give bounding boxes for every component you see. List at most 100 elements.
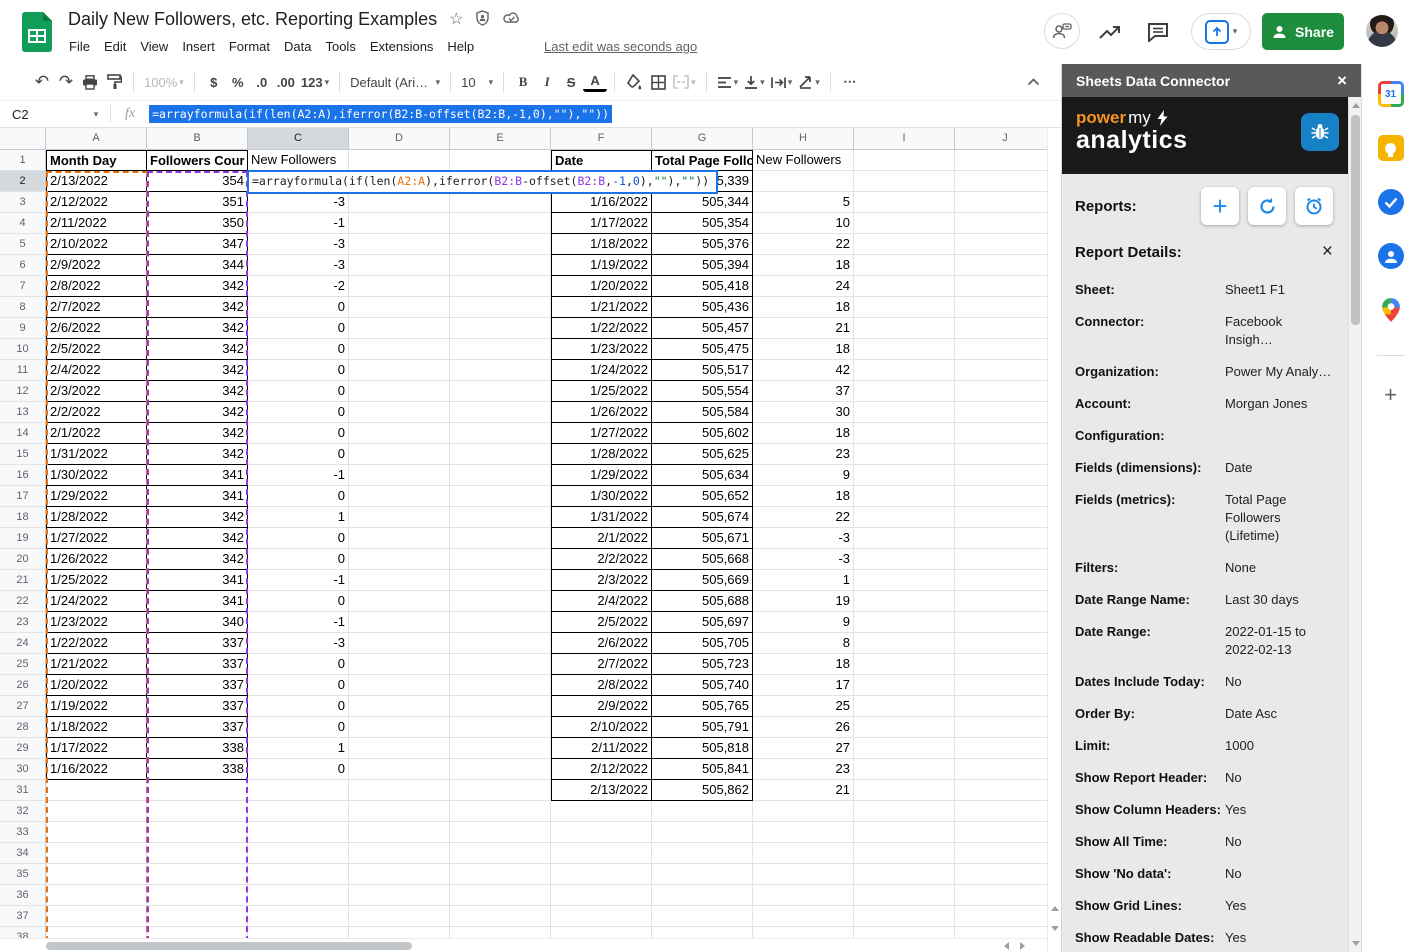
cell-F34[interactable] (551, 843, 652, 864)
cell-E10[interactable] (450, 339, 551, 360)
row-header-4[interactable]: 4 (0, 213, 46, 234)
row-header-7[interactable]: 7 (0, 276, 46, 297)
cell-C35[interactable] (248, 864, 349, 885)
cell-C1[interactable]: New Followers (248, 150, 349, 171)
cell-B23[interactable]: 340 (147, 612, 248, 633)
cell-A35[interactable] (46, 864, 147, 885)
cell-H26[interactable]: 17 (753, 675, 854, 696)
cell-D26[interactable] (349, 675, 450, 696)
cell-A29[interactable]: 1/17/2022 (46, 738, 147, 759)
cell-C31[interactable] (248, 780, 349, 801)
maps-icon[interactable] (1378, 297, 1404, 323)
cell-B35[interactable] (147, 864, 248, 885)
cell-C33[interactable] (248, 822, 349, 843)
cell-D1[interactable] (349, 150, 450, 171)
column-header-G[interactable]: G (652, 128, 753, 150)
cell-H31[interactable]: 21 (753, 780, 854, 801)
cell-E26[interactable] (450, 675, 551, 696)
cell-B10[interactable]: 342 (147, 339, 248, 360)
cell-D10[interactable] (349, 339, 450, 360)
italic-button[interactable]: I (535, 72, 559, 92)
cell-D18[interactable] (349, 507, 450, 528)
cell-G11[interactable]: 505,517 (652, 360, 753, 381)
column-header-F[interactable]: F (551, 128, 652, 150)
cell-C30[interactable]: 0 (248, 759, 349, 780)
cell-H13[interactable]: 30 (753, 402, 854, 423)
cell-A34[interactable] (46, 843, 147, 864)
decrease-decimal-button[interactable]: .0 (250, 73, 274, 92)
cell-J5[interactable] (955, 234, 1047, 255)
vertical-align-icon[interactable]: ▾ (741, 73, 768, 91)
cell-F31[interactable]: 2/13/2022 (551, 780, 652, 801)
cell-J8[interactable] (955, 297, 1047, 318)
strikethrough-button[interactable]: S (559, 73, 583, 92)
cell-B27[interactable]: 337 (147, 696, 248, 717)
cell-G16[interactable]: 505,634 (652, 465, 753, 486)
menu-extensions[interactable]: Extensions (363, 36, 441, 57)
cell-A8[interactable]: 2/7/2022 (46, 297, 147, 318)
grid-horizontal-scrollbar[interactable] (0, 938, 1047, 952)
cell-H6[interactable]: 18 (753, 255, 854, 276)
row-header-13[interactable]: 13 (0, 402, 46, 423)
cell-J24[interactable] (955, 633, 1047, 654)
cell-E8[interactable] (450, 297, 551, 318)
cell-G30[interactable]: 505,841 (652, 759, 753, 780)
cell-H9[interactable]: 21 (753, 318, 854, 339)
cell-G28[interactable]: 505,791 (652, 717, 753, 738)
cell-B29[interactable]: 338 (147, 738, 248, 759)
cell-I14[interactable] (854, 423, 955, 444)
cell-C19[interactable]: 0 (248, 528, 349, 549)
cell-C24[interactable]: -3 (248, 633, 349, 654)
cell-J26[interactable] (955, 675, 1047, 696)
cell-I6[interactable] (854, 255, 955, 276)
cell-J17[interactable] (955, 486, 1047, 507)
cell-F32[interactable] (551, 801, 652, 822)
cell-B7[interactable]: 342 (147, 276, 248, 297)
cell-J13[interactable] (955, 402, 1047, 423)
cell-J12[interactable] (955, 381, 1047, 402)
cell-E21[interactable] (450, 570, 551, 591)
cell-E12[interactable] (450, 381, 551, 402)
cell-A36[interactable] (46, 885, 147, 906)
cell-I7[interactable] (854, 276, 955, 297)
more-toolbar-button[interactable]: ⋯ (838, 72, 862, 92)
cell-B34[interactable] (147, 843, 248, 864)
cell-J29[interactable] (955, 738, 1047, 759)
cell-J3[interactable] (955, 192, 1047, 213)
cell-F23[interactable]: 2/5/2022 (551, 612, 652, 633)
refresh-reports-button[interactable] (1248, 187, 1286, 225)
cell-I21[interactable] (854, 570, 955, 591)
cell-A26[interactable]: 1/20/2022 (46, 675, 147, 696)
cell-I1[interactable] (854, 150, 955, 171)
cell-B16[interactable]: 341 (147, 465, 248, 486)
row-header-26[interactable]: 26 (0, 675, 46, 696)
cell-J34[interactable] (955, 843, 1047, 864)
row-header-31[interactable]: 31 (0, 780, 46, 801)
cell-H2[interactable] (753, 171, 854, 192)
horizontal-align-icon[interactable]: ▾ (714, 74, 742, 91)
cell-F7[interactable]: 1/20/2022 (551, 276, 652, 297)
share-button[interactable]: Share (1262, 13, 1344, 50)
cell-A7[interactable]: 2/8/2022 (46, 276, 147, 297)
cell-J11[interactable] (955, 360, 1047, 381)
cell-D36[interactable] (349, 885, 450, 906)
cell-H28[interactable]: 26 (753, 717, 854, 738)
cell-A9[interactable]: 2/6/2022 (46, 318, 147, 339)
cell-C15[interactable]: 0 (248, 444, 349, 465)
row-header-24[interactable]: 24 (0, 633, 46, 654)
formula-input[interactable]: =arrayformula(if(len(A2:A),iferror(B2:B-… (149, 105, 613, 123)
cell-A5[interactable]: 2/10/2022 (46, 234, 147, 255)
get-addons-button[interactable]: + (1384, 382, 1397, 408)
cell-F9[interactable]: 1/22/2022 (551, 318, 652, 339)
cell-B2[interactable]: 354 (147, 171, 248, 192)
cell-D22[interactable] (349, 591, 450, 612)
cell-D35[interactable] (349, 864, 450, 885)
cell-I22[interactable] (854, 591, 955, 612)
cell-B30[interactable]: 338 (147, 759, 248, 780)
cell-H30[interactable]: 23 (753, 759, 854, 780)
cell-A30[interactable]: 1/16/2022 (46, 759, 147, 780)
cell-D8[interactable] (349, 297, 450, 318)
cell-G26[interactable]: 505,740 (652, 675, 753, 696)
cell-H4[interactable]: 10 (753, 213, 854, 234)
cell-J28[interactable] (955, 717, 1047, 738)
